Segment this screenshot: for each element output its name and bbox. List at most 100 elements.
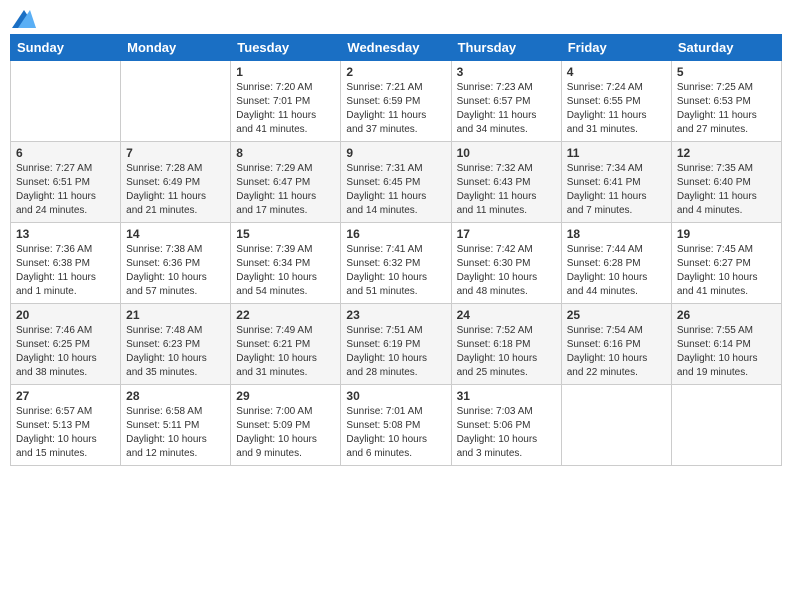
calendar-cell: 4 Sunrise: 7:24 AM Sunset: 6:55 PM Daylig… (561, 61, 671, 142)
day-info: Sunrise: 7:41 AM Sunset: 6:32 PM Dayligh… (346, 243, 445, 299)
day-number: 2 (346, 65, 445, 79)
day-number: 27 (16, 389, 115, 403)
calendar-cell: 8Sunrise: 7:29 AM Sunset: 6:47 PM Daylig… (231, 142, 341, 223)
calendar-cell: 31Sunrise: 7:03 AM Sunset: 5:06 PM Dayli… (451, 385, 561, 466)
day-number: 3 (457, 65, 556, 79)
day-info: Sunrise: 7:31 AM Sunset: 6:45 PM Dayligh… (346, 162, 445, 218)
day-number: 21 (126, 308, 225, 322)
day-number: 10 (457, 146, 556, 160)
day-info: Sunrise: 7:51 AM Sunset: 6:19 PM Dayligh… (346, 324, 445, 380)
calendar-cell: 27 Sunrise: 6:57 AM Sunset: 5:13 PM Dayli… (11, 385, 121, 466)
calendar-cell: 26 Sunrise: 7:55 AM Sunset: 6:14 PM Dayli… (671, 304, 781, 385)
logo (10, 10, 36, 24)
calendar-week-row: 6 Sunrise: 7:27 AM Sunset: 6:51 PM Daylig… (11, 142, 782, 223)
calendar-cell: 29 Sunrise: 7:00 AM Sunset: 5:09 PM Dayli… (231, 385, 341, 466)
day-info: Sunrise: 7:27 AM Sunset: 6:51 PM Dayligh… (16, 162, 115, 218)
calendar-cell: 3 Sunrise: 7:23 AM Sunset: 6:57 PM Daylig… (451, 61, 561, 142)
day-info: Sunrise: 7:39 AM Sunset: 6:34 PM Dayligh… (236, 243, 335, 299)
calendar-week-row: 20 Sunrise: 7:46 AM Sunset: 6:25 PM Dayli… (11, 304, 782, 385)
day-info: Sunrise: 7:54 AM Sunset: 6:16 PM Dayligh… (567, 324, 666, 380)
day-info: Sunrise: 7:28 AM Sunset: 6:49 PM Dayligh… (126, 162, 225, 218)
day-of-week-header: Friday (561, 35, 671, 61)
day-info: Sunrise: 7:46 AM Sunset: 6:25 PM Dayligh… (16, 324, 115, 380)
calendar-cell: 21Sunrise: 7:48 AM Sunset: 6:23 PM Dayli… (121, 304, 231, 385)
day-info: Sunrise: 7:34 AM Sunset: 6:41 PM Dayligh… (567, 162, 666, 218)
calendar-cell: 16 Sunrise: 7:41 AM Sunset: 6:32 PM Dayli… (341, 223, 451, 304)
day-number: 20 (16, 308, 115, 322)
calendar-cell: 23Sunrise: 7:51 AM Sunset: 6:19 PM Dayli… (341, 304, 451, 385)
day-number: 6 (16, 146, 115, 160)
day-number: 25 (567, 308, 666, 322)
day-info: Sunrise: 7:38 AM Sunset: 6:36 PM Dayligh… (126, 243, 225, 299)
day-of-week-header: Saturday (671, 35, 781, 61)
calendar-table: SundayMondayTuesdayWednesdayThursdayFrid… (10, 34, 782, 466)
day-info: Sunrise: 7:00 AM Sunset: 5:09 PM Dayligh… (236, 405, 335, 461)
page-header (10, 10, 782, 24)
calendar-cell (11, 61, 121, 142)
day-number: 17 (457, 227, 556, 241)
calendar-week-row: 13Sunrise: 7:36 AM Sunset: 6:38 PM Dayli… (11, 223, 782, 304)
calendar-cell: 20 Sunrise: 7:46 AM Sunset: 6:25 PM Dayli… (11, 304, 121, 385)
calendar-cell: 11 Sunrise: 7:34 AM Sunset: 6:41 PM Dayli… (561, 142, 671, 223)
calendar-cell: 15 Sunrise: 7:39 AM Sunset: 6:34 PM Dayli… (231, 223, 341, 304)
day-number: 15 (236, 227, 335, 241)
day-info: Sunrise: 7:24 AM Sunset: 6:55 PM Dayligh… (567, 81, 666, 137)
logo-icon (12, 10, 36, 28)
day-info: Sunrise: 7:29 AM Sunset: 6:47 PM Dayligh… (236, 162, 335, 218)
calendar-cell: 10 Sunrise: 7:32 AM Sunset: 6:43 PM Dayli… (451, 142, 561, 223)
day-info: Sunrise: 6:57 AM Sunset: 5:13 PM Dayligh… (16, 405, 115, 461)
calendar-cell: 14 Sunrise: 7:38 AM Sunset: 6:36 PM Dayli… (121, 223, 231, 304)
day-info: Sunrise: 7:23 AM Sunset: 6:57 PM Dayligh… (457, 81, 556, 137)
day-number: 30 (346, 389, 445, 403)
day-info: Sunrise: 7:20 AM Sunset: 7:01 PM Dayligh… (236, 81, 335, 137)
calendar-cell: 18Sunrise: 7:44 AM Sunset: 6:28 PM Dayli… (561, 223, 671, 304)
calendar-cell: 25 Sunrise: 7:54 AM Sunset: 6:16 PM Dayli… (561, 304, 671, 385)
calendar-cell: 9 Sunrise: 7:31 AM Sunset: 6:45 PM Daylig… (341, 142, 451, 223)
day-number: 12 (677, 146, 776, 160)
day-of-week-header: Tuesday (231, 35, 341, 61)
day-number: 26 (677, 308, 776, 322)
day-info: Sunrise: 6:58 AM Sunset: 5:11 PM Dayligh… (126, 405, 225, 461)
day-number: 5 (677, 65, 776, 79)
day-number: 14 (126, 227, 225, 241)
calendar-cell: 22 Sunrise: 7:49 AM Sunset: 6:21 PM Dayli… (231, 304, 341, 385)
day-info: Sunrise: 7:35 AM Sunset: 6:40 PM Dayligh… (677, 162, 776, 218)
day-number: 11 (567, 146, 666, 160)
day-info: Sunrise: 7:21 AM Sunset: 6:59 PM Dayligh… (346, 81, 445, 137)
day-of-week-header: Thursday (451, 35, 561, 61)
day-number: 9 (346, 146, 445, 160)
day-of-week-header: Wednesday (341, 35, 451, 61)
calendar-cell: 17 Sunrise: 7:42 AM Sunset: 6:30 PM Dayli… (451, 223, 561, 304)
day-of-week-header: Sunday (11, 35, 121, 61)
calendar-cell: 28 Sunrise: 6:58 AM Sunset: 5:11 PM Dayli… (121, 385, 231, 466)
calendar-cell (121, 61, 231, 142)
day-info: Sunrise: 7:49 AM Sunset: 6:21 PM Dayligh… (236, 324, 335, 380)
day-info: Sunrise: 7:52 AM Sunset: 6:18 PM Dayligh… (457, 324, 556, 380)
day-number: 28 (126, 389, 225, 403)
calendar-cell: 30 Sunrise: 7:01 AM Sunset: 5:08 PM Dayli… (341, 385, 451, 466)
calendar-cell: 2 Sunrise: 7:21 AM Sunset: 6:59 PM Daylig… (341, 61, 451, 142)
calendar-cell: 7 Sunrise: 7:28 AM Sunset: 6:49 PM Daylig… (121, 142, 231, 223)
calendar-cell: 19Sunrise: 7:45 AM Sunset: 6:27 PM Dayli… (671, 223, 781, 304)
calendar-week-row: 1Sunrise: 7:20 AM Sunset: 7:01 PM Daylig… (11, 61, 782, 142)
day-number: 13 (16, 227, 115, 241)
calendar-cell (561, 385, 671, 466)
day-info: Sunrise: 7:44 AM Sunset: 6:28 PM Dayligh… (567, 243, 666, 299)
day-number: 19 (677, 227, 776, 241)
day-info: Sunrise: 7:32 AM Sunset: 6:43 PM Dayligh… (457, 162, 556, 218)
day-info: Sunrise: 7:55 AM Sunset: 6:14 PM Dayligh… (677, 324, 776, 380)
day-of-week-header: Monday (121, 35, 231, 61)
calendar-cell: 24Sunrise: 7:52 AM Sunset: 6:18 PM Dayli… (451, 304, 561, 385)
calendar-cell: 12 Sunrise: 7:35 AM Sunset: 6:40 PM Dayli… (671, 142, 781, 223)
calendar-cell: 5 Sunrise: 7:25 AM Sunset: 6:53 PM Daylig… (671, 61, 781, 142)
day-info: Sunrise: 7:01 AM Sunset: 5:08 PM Dayligh… (346, 405, 445, 461)
day-number: 7 (126, 146, 225, 160)
day-number: 4 (567, 65, 666, 79)
calendar-week-row: 27 Sunrise: 6:57 AM Sunset: 5:13 PM Dayli… (11, 385, 782, 466)
day-info: Sunrise: 7:42 AM Sunset: 6:30 PM Dayligh… (457, 243, 556, 299)
day-number: 22 (236, 308, 335, 322)
day-number: 29 (236, 389, 335, 403)
day-info: Sunrise: 7:25 AM Sunset: 6:53 PM Dayligh… (677, 81, 776, 137)
calendar-cell (671, 385, 781, 466)
day-number: 16 (346, 227, 445, 241)
